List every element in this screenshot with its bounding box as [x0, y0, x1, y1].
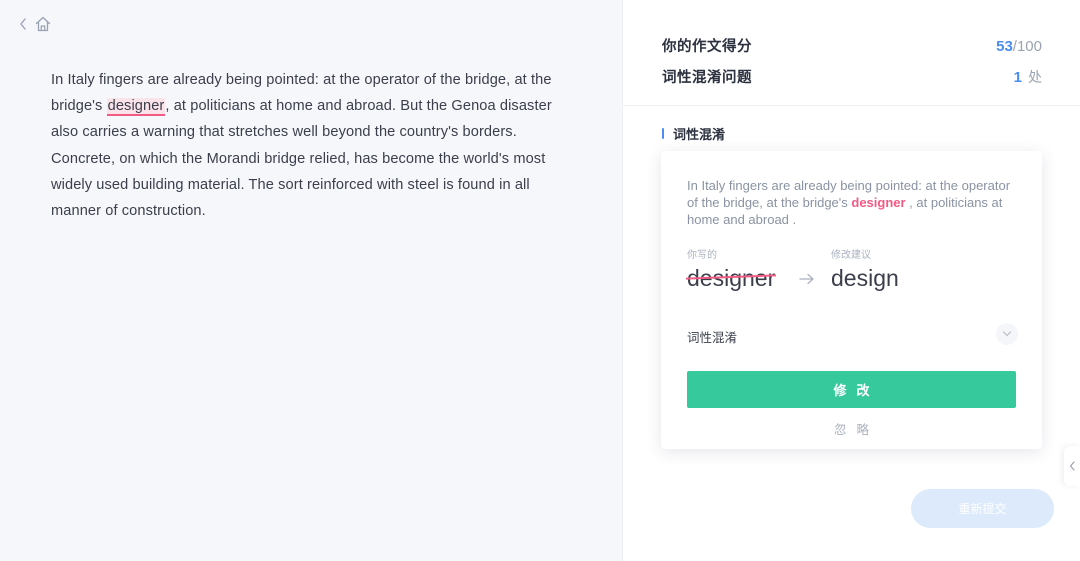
score-label: 你的作文得分 [662, 39, 752, 55]
essay-text[interactable]: In Italy fingers are already being point… [51, 67, 576, 224]
original-word: designer [685, 265, 777, 292]
issue-count-number: 1 [1013, 69, 1022, 86]
ignore-button[interactable]: 忽略 [687, 419, 1016, 438]
issue-count-value: 1处 [1014, 67, 1042, 87]
issue-type-label: 词性混淆 [687, 330, 738, 345]
issue-count-unit: 处 [1028, 70, 1042, 86]
section-title: 词性混淆 [662, 124, 725, 143]
score-row: 你的作文得分 53/100 [662, 35, 1042, 56]
chevron-left-icon[interactable] [18, 17, 28, 31]
issue-count-row: 词性混淆问题 1处 [662, 66, 1042, 87]
score-summary: 你的作文得分 53/100 词性混淆问题 1处 [623, 0, 1080, 106]
issue-label: 词性混淆问题 [662, 70, 752, 86]
score-value: 53/100 [996, 38, 1042, 55]
expand-explanation-button[interactable] [996, 323, 1018, 345]
app-root: In Italy fingers are already being point… [0, 0, 1080, 561]
score-total: /100 [1012, 38, 1042, 55]
error-context: In Italy fingers are already being point… [687, 177, 1017, 228]
resubmit-button[interactable]: 重新提交 [911, 489, 1054, 528]
essay-editor: In Italy fingers are already being point… [0, 0, 623, 561]
home-icon[interactable] [34, 15, 52, 33]
essay-text-after: , at politicians at home and abroad. But… [51, 98, 552, 220]
apply-fix-button[interactable]: 修改 [687, 371, 1016, 408]
score-number: 53 [996, 38, 1013, 55]
suggested-word: design [831, 265, 899, 291]
nav-bar [18, 15, 52, 33]
suggestion-card: In Italy fingers are already being point… [661, 151, 1042, 449]
highlighted-error-word[interactable]: designer [106, 98, 166, 117]
suggestion-caption: 修改建议 [831, 250, 871, 261]
collapse-panel-tab[interactable] [1064, 446, 1080, 486]
section-marker [662, 128, 664, 139]
context-keyword: designer [851, 195, 906, 210]
chevron-left-icon [1069, 461, 1075, 471]
arrow-right-icon [799, 271, 815, 290]
section-title-text: 词性混淆 [673, 128, 726, 143]
original-caption: 你写的 [687, 250, 717, 261]
chevron-down-icon [1002, 331, 1012, 337]
review-panel: 你的作文得分 53/100 词性混淆问题 1处 词性混淆 In Italy fi… [623, 0, 1080, 561]
